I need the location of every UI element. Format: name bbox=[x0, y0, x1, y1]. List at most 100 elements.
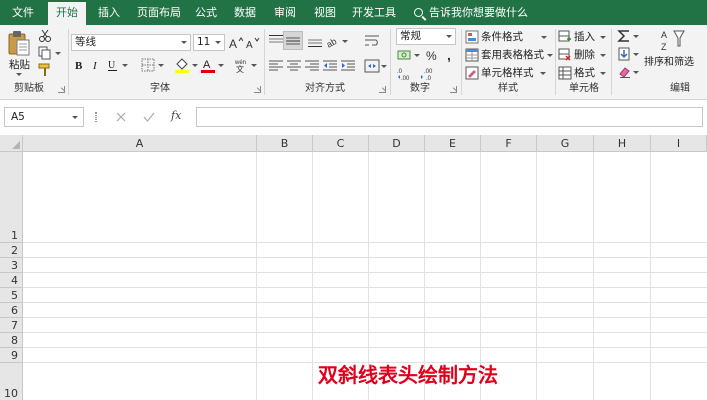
chevron-down-icon[interactable] bbox=[381, 65, 387, 68]
chevron-down-icon[interactable] bbox=[342, 40, 348, 43]
borders-icon[interactable] bbox=[141, 58, 155, 72]
name-box[interactable]: A5 bbox=[4, 107, 84, 127]
row-header-8[interactable]: 8 bbox=[0, 333, 23, 348]
underline-icon[interactable]: U bbox=[107, 58, 119, 72]
percent-icon[interactable]: % bbox=[425, 48, 439, 62]
tab-developer[interactable]: 开发工具 bbox=[348, 0, 400, 25]
row-header-2[interactable]: 2 bbox=[0, 243, 23, 258]
row-header-5[interactable]: 5 bbox=[0, 288, 23, 303]
align-top-icon[interactable] bbox=[268, 34, 284, 48]
group-divider bbox=[68, 29, 69, 95]
tab-formulas[interactable]: 公式 bbox=[190, 0, 222, 25]
italic-icon[interactable]: I bbox=[91, 58, 103, 72]
chevron-down-icon[interactable] bbox=[55, 52, 61, 55]
chevron-down-icon bbox=[547, 54, 553, 57]
column-header-g[interactable]: G bbox=[537, 135, 594, 152]
fill-color-icon[interactable] bbox=[174, 57, 190, 73]
tab-review[interactable]: 审阅 bbox=[268, 0, 302, 25]
tab-view[interactable]: 视图 bbox=[308, 0, 342, 25]
font-color-icon[interactable]: A bbox=[200, 57, 216, 73]
row-number: 1 bbox=[11, 229, 18, 242]
chevron-down-icon[interactable] bbox=[251, 64, 257, 67]
cut-icon[interactable] bbox=[38, 29, 52, 43]
cell-styles-button[interactable]: 单元格样式 bbox=[465, 65, 546, 81]
accounting-format-icon[interactable] bbox=[397, 48, 413, 62]
formula-bar-grip[interactable] bbox=[95, 112, 97, 122]
column-header-b[interactable]: B bbox=[257, 135, 313, 152]
column-header-a[interactable]: A bbox=[23, 135, 257, 152]
align-bottom-icon[interactable] bbox=[307, 34, 323, 48]
column-header-h[interactable]: H bbox=[594, 135, 651, 152]
format-as-table-button[interactable]: 套用表格格式 bbox=[465, 47, 553, 63]
select-all-button[interactable] bbox=[0, 135, 23, 152]
align-left-icon[interactable] bbox=[268, 59, 284, 73]
wrap-text-icon[interactable] bbox=[364, 34, 380, 48]
format-painter-icon[interactable] bbox=[38, 63, 52, 77]
row-header-4[interactable]: 4 bbox=[0, 273, 23, 288]
row-header-10[interactable]: 10 bbox=[0, 363, 23, 400]
increase-indent-icon[interactable] bbox=[340, 59, 356, 73]
font-launcher-icon[interactable] bbox=[254, 86, 261, 93]
worksheet-grid[interactable]: A B C D E F G H I 1 2 3 4 5 6 7 8 9 10 bbox=[0, 135, 707, 400]
tab-file[interactable]: 文件 bbox=[2, 0, 44, 25]
chevron-down-icon[interactable] bbox=[122, 64, 128, 67]
phonetic-guide-icon[interactable]: wén文 bbox=[233, 57, 249, 73]
clipboard-launcher-icon[interactable] bbox=[58, 86, 65, 93]
tab-data[interactable]: 数据 bbox=[228, 0, 262, 25]
svg-text:A: A bbox=[661, 30, 667, 40]
cancel-icon[interactable] bbox=[115, 111, 127, 123]
chevron-down-icon[interactable] bbox=[633, 71, 639, 74]
alignment-launcher-icon[interactable] bbox=[379, 86, 386, 93]
copy-icon[interactable] bbox=[38, 46, 52, 60]
align-right-icon[interactable] bbox=[304, 59, 320, 73]
column-header-f[interactable]: F bbox=[481, 135, 537, 152]
decrease-decimal-icon[interactable]: .00.0 bbox=[420, 67, 438, 81]
insert-cells-button[interactable]: 插入 bbox=[558, 29, 608, 45]
sort-filter-button[interactable]: AZ 排序和筛选 bbox=[644, 28, 706, 76]
row-header-3[interactable]: 3 bbox=[0, 258, 23, 273]
conditional-format-button[interactable]: 条件格式 bbox=[465, 29, 547, 45]
column-header-d[interactable]: D bbox=[369, 135, 425, 152]
font-size-combo[interactable]: 11 bbox=[193, 34, 225, 51]
format-cells-button[interactable]: 格式 bbox=[558, 65, 608, 81]
tab-home[interactable]: 开始 bbox=[48, 2, 86, 25]
row-header-1[interactable]: 1 bbox=[0, 152, 23, 243]
column-header-e[interactable]: E bbox=[425, 135, 481, 152]
align-middle-button[interactable] bbox=[283, 31, 303, 50]
confirm-icon[interactable] bbox=[143, 111, 155, 123]
increase-font-size-icon[interactable]: A bbox=[229, 36, 243, 50]
number-format-combo[interactable]: 常规 bbox=[396, 28, 456, 45]
comma-style-icon[interactable]: , bbox=[443, 48, 457, 62]
delete-cells-button[interactable]: 删除 bbox=[558, 47, 608, 63]
row-header-7[interactable]: 7 bbox=[0, 318, 23, 333]
row-header-6[interactable]: 6 bbox=[0, 303, 23, 318]
tab-page-layout[interactable]: 页面布局 bbox=[132, 0, 186, 25]
bold-icon[interactable]: B bbox=[74, 58, 86, 72]
chevron-down-icon[interactable] bbox=[218, 64, 224, 67]
increase-decimal-icon[interactable]: .0.00 bbox=[397, 67, 415, 81]
align-center-icon[interactable] bbox=[286, 59, 302, 73]
chevron-down-icon[interactable] bbox=[414, 54, 420, 57]
row-header-9[interactable]: 9 bbox=[0, 348, 23, 363]
chevron-down-icon[interactable] bbox=[192, 64, 198, 67]
autosum-icon[interactable] bbox=[617, 29, 631, 43]
clear-icon[interactable] bbox=[617, 65, 631, 79]
number-launcher-icon[interactable] bbox=[450, 86, 457, 93]
merge-center-icon[interactable] bbox=[364, 59, 380, 73]
decrease-indent-icon[interactable] bbox=[322, 59, 338, 73]
insert-function-icon[interactable]: fx bbox=[171, 109, 181, 122]
fill-icon[interactable] bbox=[617, 47, 631, 61]
chevron-down-icon[interactable] bbox=[158, 64, 164, 67]
decrease-font-size-icon[interactable]: A bbox=[246, 36, 260, 50]
group-label-editing: 编辑 bbox=[670, 83, 690, 94]
tab-insert[interactable]: 插入 bbox=[90, 0, 128, 25]
tell-me-search[interactable]: 告诉我你想要做什么 bbox=[414, 0, 528, 25]
font-name-combo[interactable]: 等线 bbox=[71, 34, 191, 51]
column-header-i[interactable]: I bbox=[651, 135, 707, 152]
formula-input[interactable] bbox=[196, 107, 703, 127]
orientation-icon[interactable]: ab bbox=[325, 34, 341, 48]
column-header-c[interactable]: C bbox=[313, 135, 369, 152]
chevron-down-icon[interactable] bbox=[633, 53, 639, 56]
chevron-down-icon[interactable] bbox=[633, 35, 639, 38]
paste-button[interactable]: 粘贴 bbox=[6, 28, 32, 76]
